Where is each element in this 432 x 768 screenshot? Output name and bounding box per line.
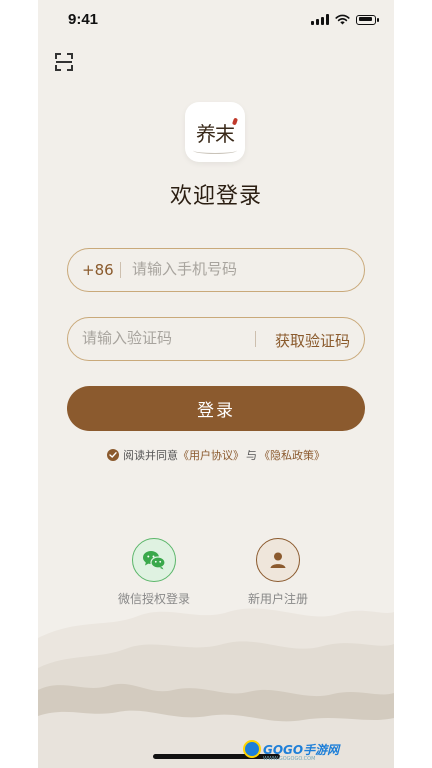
login-screen: 9:41 养末 欢迎登录 +86 获取验证码 登录 <box>38 0 394 768</box>
scan-icon[interactable] <box>54 52 74 72</box>
phone-divider <box>120 262 121 278</box>
register-button[interactable]: 新用户注册 <box>218 538 338 607</box>
agreement: 阅读并同意 《用户协议》 与 《隐私政策》 <box>38 447 394 463</box>
login-button[interactable]: 登录 <box>67 386 365 431</box>
verification-code-field[interactable]: 获取验证码 <box>67 317 365 361</box>
signal-icon <box>311 14 329 25</box>
check-circle-icon[interactable] <box>107 449 119 461</box>
country-code[interactable]: +86 <box>82 261 114 279</box>
watermark: GOGO手游网 WWW.GOGOGO.COM <box>243 738 340 762</box>
wechat-login-button[interactable]: 微信授权登录 <box>94 538 214 607</box>
privacy-policy-link[interactable]: 《隐私政策》 <box>259 447 325 463</box>
phone-field[interactable]: +86 <box>67 248 365 292</box>
wifi-icon <box>335 14 350 25</box>
phone-input[interactable] <box>132 260 342 278</box>
logo-dot <box>231 117 239 126</box>
user-icon[interactable] <box>256 538 300 582</box>
code-divider <box>255 331 256 347</box>
get-code-button[interactable]: 获取验证码 <box>275 330 350 351</box>
agreement-conjunction: 与 <box>246 449 257 462</box>
status-icons <box>311 14 379 25</box>
logo-text: 养末 <box>196 121 235 146</box>
status-time: 9:41 <box>68 11 99 28</box>
user-agreement-link[interactable]: 《用户协议》 <box>178 447 244 463</box>
page-title: 欢迎登录 <box>169 184 262 209</box>
status-bar: 9:41 <box>38 0 394 40</box>
logo-wave <box>193 147 237 154</box>
code-input[interactable] <box>82 329 242 347</box>
agreement-prefix: 阅读并同意 <box>123 449 178 462</box>
app-logo: 养末 <box>185 102 245 162</box>
wechat-icon[interactable] <box>132 538 176 582</box>
watermark-sub: WWW.GOGOGO.COM <box>263 756 316 762</box>
watermark-text: GOGO手游网 <box>263 742 340 757</box>
battery-icon <box>356 14 379 25</box>
watermark-logo-icon <box>243 740 261 758</box>
mountain-background <box>38 608 394 768</box>
